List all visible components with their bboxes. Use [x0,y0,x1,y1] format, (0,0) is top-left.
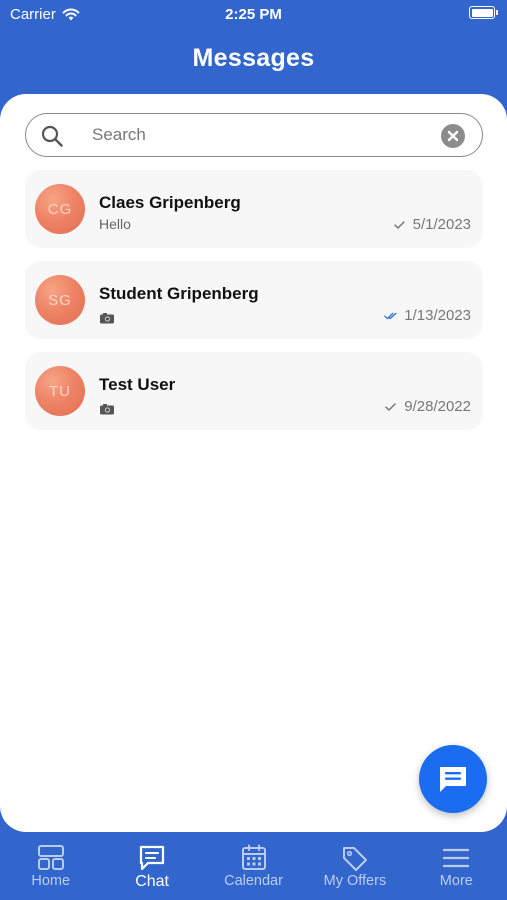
status-right [469,6,498,19]
status-time: 2:25 PM [225,6,282,23]
camera-icon [100,313,114,324]
chat-bubble-icon [440,767,466,792]
chat-meta: 5/1/2023 [393,216,471,233]
chat-date: 9/28/2022 [404,398,471,415]
chat-list: CG Claes Gripenberg Hello 5/1/2023 SG St… [25,170,483,443]
tab-label: Home [31,873,71,889]
calendar-icon [241,844,266,870]
avatar: CG [35,184,85,234]
tab-label: More [439,873,473,889]
search-icon [41,125,63,147]
chat-date: 5/1/2023 [412,216,471,233]
chat-item-claes-gripenberg[interactable]: CG Claes Gripenberg Hello 5/1/2023 [25,170,483,248]
new-message-button[interactable] [419,745,487,813]
chat-meta: 1/13/2023 [384,307,471,324]
tab-more[interactable]: More [406,832,507,900]
chat-name: Student Gripenberg [99,284,259,303]
home-grid-icon [37,845,64,870]
single-check-icon [385,402,397,411]
chat-item-student-gripenberg[interactable]: SG Student Gripenberg 1/13/2023 [25,261,483,339]
chat-name: Claes Gripenberg [99,193,241,212]
tab-calendar[interactable]: Calendar [203,832,304,900]
double-check-icon [384,312,397,319]
avatar: SG [35,275,85,325]
content-sheet: CG Claes Gripenberg Hello 5/1/2023 SG St… [0,94,507,832]
page-title: Messages [192,44,315,72]
tag-icon [342,847,367,871]
bottom-tab-bar: Home Chat Calendar My Offers More [0,832,507,900]
chat-preview: Hello [99,216,131,232]
menu-icon [443,848,470,868]
tab-home[interactable]: Home [0,832,101,900]
clear-search-icon[interactable] [441,124,465,148]
tab-label: Calendar [224,873,283,889]
chat-name: Test User [99,375,176,394]
chat-date: 1/13/2023 [404,307,471,324]
status-bar: Carrier 2:25 PM [0,0,507,28]
tab-label: My Offers [323,873,387,889]
tab-label: Chat [135,873,169,890]
chat-meta: 9/28/2022 [384,398,471,415]
single-check-icon [393,220,405,229]
camera-icon [100,404,114,415]
chat-item-test-user[interactable]: TU Test User 9/28/2022 [25,352,483,430]
chat-icon [140,845,165,871]
tab-my-offers[interactable]: My Offers [304,832,405,900]
search-bar[interactable] [25,113,483,157]
tab-chat[interactable]: Chat [101,832,202,900]
battery-icon [469,6,498,19]
search-input[interactable] [92,124,422,146]
avatar: TU [35,366,85,416]
